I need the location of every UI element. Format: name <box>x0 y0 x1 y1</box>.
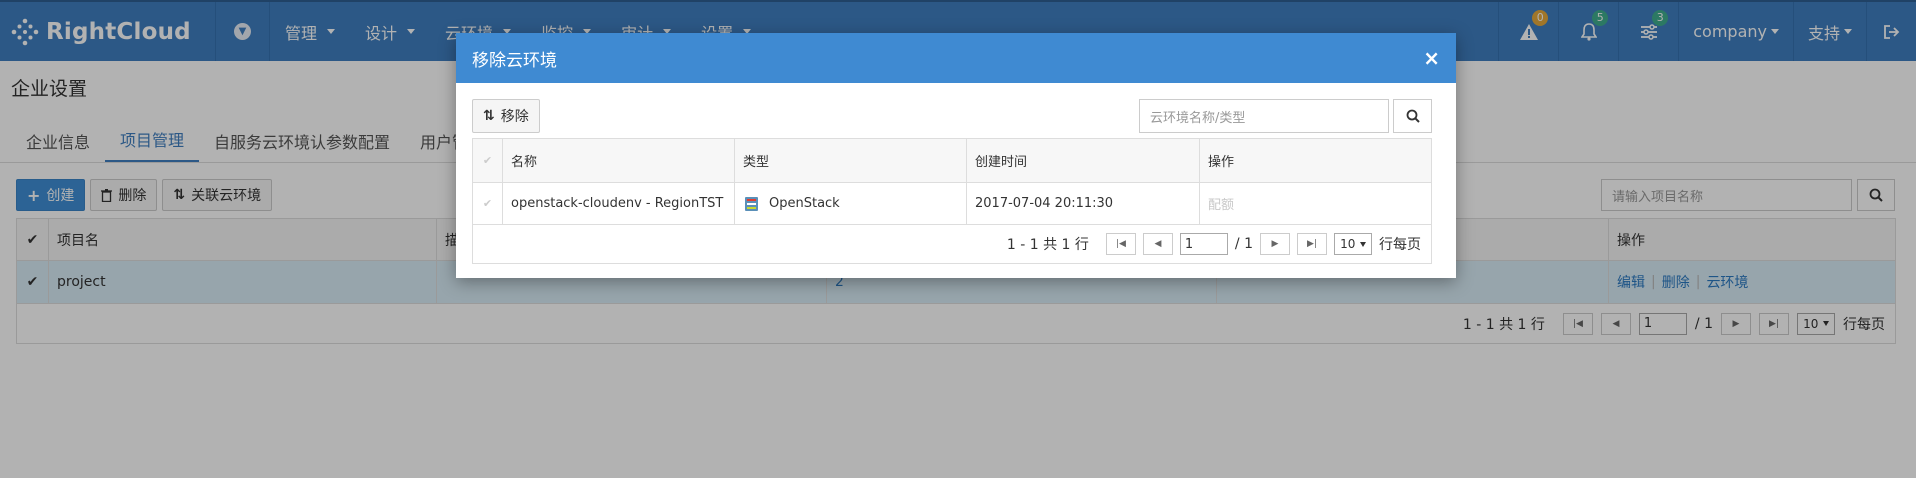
pager-summary: 1 - 1 共 1 行 <box>1006 237 1089 253</box>
col-name[interactable]: 名称 <box>503 139 735 182</box>
prev-page-button[interactable]: ◀ <box>1142 233 1173 255</box>
col-type[interactable]: 类型 <box>735 139 967 182</box>
table-row[interactable]: ✔ openstack-cloudenv - RegionTST OpenSta… <box>473 183 1431 225</box>
modal-header: 移除云环境 × <box>456 33 1456 83</box>
openstack-icon <box>745 196 758 211</box>
first-page-button[interactable]: |◀ <box>1105 233 1136 255</box>
page-number-input[interactable]: 1 <box>1179 233 1228 255</box>
quota-link[interactable]: 配额 <box>1200 183 1431 224</box>
cloud-env-created-cell: 2017-07-04 20:11:30 <box>967 183 1200 224</box>
cloud-env-name-cell: openstack-cloudenv - RegionTST <box>503 183 735 224</box>
modal-pager: 1 - 1 共 1 行 |◀ ◀ 1 / 1 ▶ ▶| 10 行每页 <box>473 225 1431 263</box>
cloud-env-table: ✔ 名称 类型 创建时间 操作 ✔ openstack-cloudenv - R… <box>472 138 1432 264</box>
page-size-select[interactable]: 10 <box>1334 233 1372 255</box>
cloud-env-type-cell: OpenStack <box>735 183 967 224</box>
next-page-button[interactable]: ▶ <box>1260 233 1290 255</box>
close-icon[interactable]: × <box>1423 46 1440 70</box>
col-actions: 操作 <box>1208 155 1235 170</box>
cloud-env-search-input[interactable]: 云环境名称/类型 <box>1139 99 1389 133</box>
col-created[interactable]: 创建时间 <box>967 139 1200 182</box>
select-all-checkbox[interactable]: ✔ <box>473 139 503 182</box>
cloud-env-search-button[interactable] <box>1393 99 1432 133</box>
remove-button[interactable]: ⇅ 移除 <box>472 99 540 133</box>
sort-arrows-icon: ⇅ <box>483 108 495 124</box>
modal-body: ⇅ 移除 云环境名称/类型 ✔ 名称 类型 创建时间 操作 ✔ openstack… <box>456 83 1456 280</box>
row-checkbox[interactable]: ✔ <box>473 183 503 224</box>
last-page-button[interactable]: ▶| <box>1297 233 1327 255</box>
search-icon <box>1406 109 1420 123</box>
modal-toolbar: ⇅ 移除 云环境名称/类型 <box>472 99 1440 133</box>
total-pages: / 1 <box>1234 236 1253 252</box>
per-page-label: 行每页 <box>1379 237 1421 253</box>
caret-down-icon <box>1359 241 1366 247</box>
remove-cloud-env-modal: 移除云环境 × ⇅ 移除 云环境名称/类型 ✔ 名称 类型 创建时间 操作 ✔ o… <box>456 33 1456 278</box>
modal-title: 移除云环境 <box>472 50 557 71</box>
table-header: ✔ 名称 类型 创建时间 操作 <box>473 139 1431 183</box>
